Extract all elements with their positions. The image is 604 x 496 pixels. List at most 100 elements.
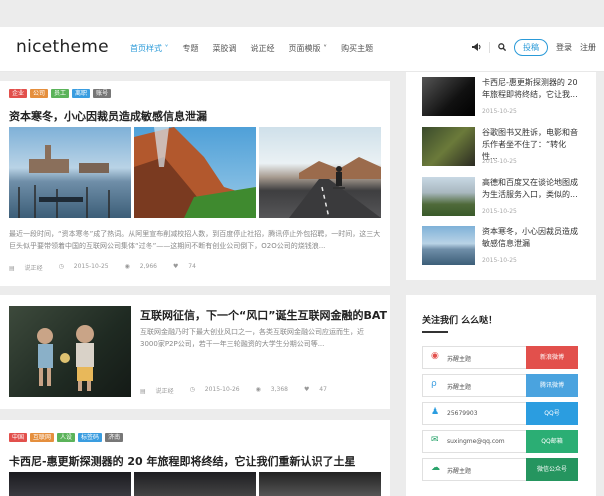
sidebar-post-date: 2015-10-25 [482,257,517,264]
post-title[interactable]: 资本寒冬，小心因裁员造成敏感信息泄漏 [9,108,207,124]
register-link[interactable]: 注册 [580,42,596,53]
date-meta: ◷ 2015-10-25 [59,263,117,272]
nav-item-label: 说正经 [250,44,275,53]
follow-account: 25679903 [447,410,478,417]
post-card: 中国 互联网 人设 标签码 济南 卡西尼-惠更斯探测器的 20 年旅程即将终结，它让我们… [0,420,390,496]
sidebar-post-item[interactable]: 卡西尼-惠更斯探测器的 20 年旅程即将终结，它让我... 2015-10-25 [422,77,582,121]
divider [489,42,490,53]
chevron-down-icon: ˅ [162,44,169,53]
post-image-saturn-3[interactable] [259,472,381,496]
tag-list: 企业 公司 员工 离职 账号 [9,89,114,98]
title-underline [422,331,448,333]
search-icon[interactable] [498,42,507,53]
post-card: 互联网征信，下一个“风口”诞生互联网金融的BAT 互联网金融乃时下最大创业风口之… [0,295,390,409]
post-date: 2015-10-26 [204,386,240,393]
like-count: 74 [188,263,196,270]
sidebar-post-item[interactable]: 资本寒冬，小心因裁员造成敏感信息泄漏 2015-10-25 [422,226,582,270]
site-logo[interactable]: nicetheme [16,37,109,57]
tag[interactable]: 企业 [9,89,28,98]
likes-meta[interactable]: ♥ 47 [304,386,335,395]
sidebar-post-title[interactable]: 高德和百度又在谈论地图成为生活服务入口，类似的... [482,177,580,201]
post-image-skateboard[interactable] [259,127,381,218]
tag[interactable]: 济南 [105,433,124,442]
author-icon: ▤ [140,388,148,395]
nav-item-label: 专题 [182,44,199,53]
author-name: 说正经 [155,388,174,395]
post-excerpt: 最近一段时间，“资本寒冬”成了热词。从阿里宣布削减校招人数，到百度停止社招，腾讯… [9,230,381,250]
sidebar-post-item[interactable]: 谷歌图书又胜诉，电影和音乐作者坐不住了：“转化性... 2015-10-25 [422,127,582,171]
post-title[interactable]: 互联网征信，下一个“风口”诞生互联网金融的BAT [140,307,387,323]
views-meta: ◉ 2,966 [125,263,165,272]
post-date: 2015-10-25 [73,263,109,270]
tag[interactable]: 标签码 [78,433,103,442]
follow-row: ☁ 苏醒主题 微信公众号 [422,458,578,481]
nav-item[interactable]: 页面模版 ˅ [289,43,328,54]
follow-row: ρ 苏醒主题 腾讯微博 [422,374,578,397]
post-image-children[interactable] [9,306,131,397]
follow-account: 苏醒主题 [447,384,472,391]
follow-button[interactable]: QQ邮箱 [526,430,578,453]
tag[interactable]: 互联网 [30,433,55,442]
megaphone-icon[interactable] [472,42,481,53]
follow-account: suxingme@qq.com [447,438,505,445]
main-nav: 首页样式 ˅ 专题 菜胶调 说正经 页面模版 ˅ 购买主题 [130,43,387,54]
views-meta: ◉ 3,368 [256,386,296,395]
tag[interactable]: 离职 [72,89,91,98]
nav-item[interactable]: 购买主题 [341,43,373,54]
post-image-saturn-2[interactable] [134,472,256,496]
author-meta[interactable]: ▤ 说正经 [140,386,182,395]
sidebar-post-thumbnail[interactable] [422,127,475,166]
follow-title: 关注我们 么么哒！ [422,316,498,326]
heart-icon: ♥ [172,263,181,270]
email-icon: ✉ [431,435,439,445]
sidebar-post-date: 2015-10-25 [482,208,517,215]
login-link[interactable]: 登录 [556,42,572,53]
nav-item[interactable]: 专题 [183,43,199,54]
follow-button[interactable]: 微信公众号 [526,458,578,481]
post-image-canyon[interactable] [134,127,256,218]
nav-item[interactable]: 首页样式 ˅ [130,43,169,54]
likes-meta[interactable]: ♥ 74 [173,263,204,272]
clock-icon: ◷ [189,386,197,393]
post-card: 企业 公司 员工 离职 账号 资本寒冬，小心因裁员造成敏感信息泄漏 最近一段时间，“资本… [0,81,390,286]
post-meta: ▤ 说正经 ◷ 2015-10-26 ◉ 3,368 ♥ 47 [140,386,343,395]
post-title[interactable]: 卡西尼-惠更斯探测器的 20 年旅程即将终结，它让我们重新认识了土星 [9,453,356,469]
tencent-weibo-icon: ρ [431,379,437,389]
author-meta[interactable]: ▤ 说正经 [9,263,51,272]
post-image-venice[interactable] [9,127,131,218]
sidebar-post-thumbnail[interactable] [422,226,475,265]
follow-row: ◉ 苏醒主题 新浪微博 [422,346,578,369]
post-button[interactable]: 投稿 [514,39,548,56]
tag[interactable]: 员工 [51,89,70,98]
nav-item-label: 首页样式 [130,44,162,53]
follow-account: 苏醒主题 [447,468,472,475]
follow-row: ✉ suxingme@qq.com QQ邮箱 [422,430,578,453]
author-icon: ▤ [9,265,17,272]
heart-icon: ♥ [303,386,312,393]
clock-icon: ◷ [58,263,66,270]
view-count: 3,368 [270,386,288,393]
follow-account: 苏醒主题 [447,356,472,363]
nav-item[interactable]: 说正经 [251,43,275,54]
tag[interactable]: 人设 [57,433,76,442]
sidebar-post-thumbnail[interactable] [422,77,475,116]
post-meta: ▤ 说正经 ◷ 2015-10-25 ◉ 2,966 ♥ 74 [9,263,212,272]
follow-button[interactable]: 新浪微博 [526,346,578,369]
tag[interactable]: 公司 [30,89,49,98]
sidebar-post-title[interactable]: 资本寒冬，小心因裁员造成敏感信息泄漏 [482,226,580,250]
tag[interactable]: 中国 [9,433,28,442]
qq-icon: ♟ [431,407,440,417]
tag[interactable]: 账号 [93,89,112,98]
author-name: 说正经 [24,265,43,272]
eye-icon: ◉ [124,263,132,270]
sidebar-post-title[interactable]: 卡西尼-惠更斯探测器的 20 年旅程即将终结，它让我... [482,77,580,101]
follow-row: ♟ 25679903 QQ号 [422,402,578,425]
post-image-saturn-1[interactable] [9,472,131,496]
nav-item[interactable]: 菜胶调 [213,43,237,54]
follow-button[interactable]: QQ号 [526,402,578,425]
sidebar-post-thumbnail[interactable] [422,177,475,216]
chevron-down-icon: ˅ [320,44,328,53]
sidebar-post-item[interactable]: 高德和百度又在谈论地图成为生活服务入口，类似的... 2015-10-25 [422,177,582,221]
sidebar-post-date: 2015-10-25 [482,108,517,115]
follow-button[interactable]: 腾讯微博 [526,374,578,397]
